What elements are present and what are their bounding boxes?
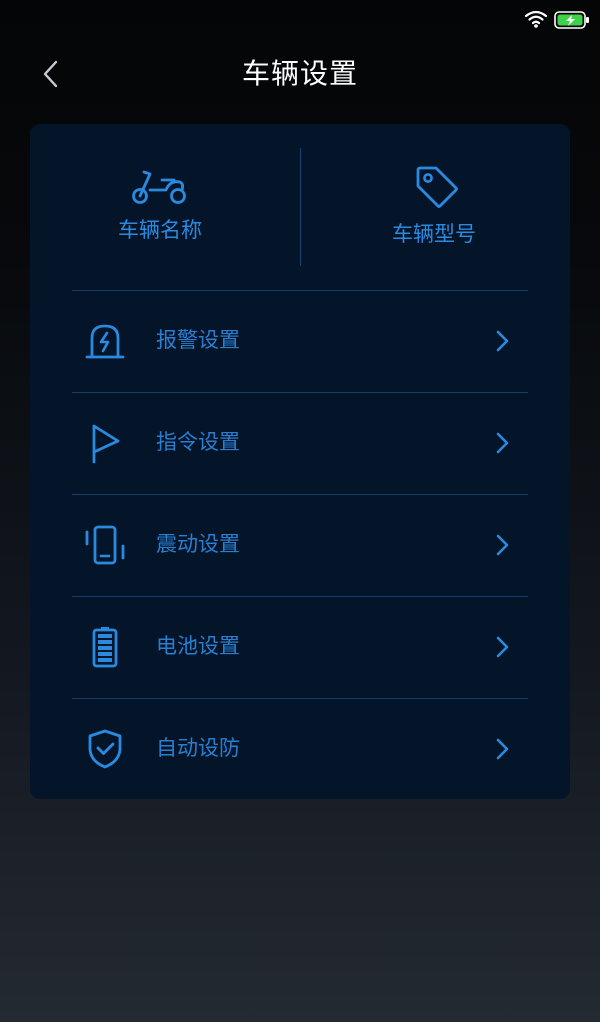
page-title: 车辆设置	[241, 57, 358, 90]
vehicle-model-button[interactable]: 车辆型号	[300, 124, 570, 290]
settings-item-label: 自动设防	[156, 736, 240, 760]
chevron-right-icon	[496, 636, 509, 658]
chevron-right-icon	[496, 432, 509, 454]
wifi-icon	[524, 10, 548, 28]
battery-charging-icon	[554, 11, 589, 29]
scooter-icon	[132, 170, 186, 204]
status-bar	[0, 0, 600, 40]
settings-item-battery[interactable]: 电池设置	[72, 596, 528, 697]
flag-icon	[92, 424, 120, 464]
shield-check-icon	[88, 729, 122, 769]
vehicle-name-label: 车辆名称	[118, 218, 202, 242]
divider	[72, 290, 528, 291]
settings-item-vibration[interactable]: 震动设置	[72, 494, 528, 595]
settings-item-auto-arm[interactable]: 自动设防	[72, 698, 528, 799]
chevron-right-icon	[496, 738, 509, 760]
settings-item-command[interactable]: 指令设置	[72, 392, 528, 493]
settings-card: 车辆名称 车辆型号 报警设置 指令设置 震动设置 电池设置 自动设防	[30, 124, 570, 799]
chevron-right-icon	[496, 330, 509, 352]
divider	[72, 698, 528, 699]
divider	[72, 596, 528, 597]
battery-icon	[92, 627, 118, 668]
settings-item-label: 指令设置	[156, 430, 240, 454]
vibrate-phone-icon	[85, 525, 125, 565]
vehicle-name-button[interactable]: 车辆名称	[30, 124, 300, 290]
settings-item-label: 报警设置	[156, 328, 240, 352]
divider	[72, 392, 528, 393]
vehicle-model-label: 车辆型号	[392, 222, 476, 246]
divider	[72, 494, 528, 495]
settings-item-alarm[interactable]: 报警设置	[72, 290, 528, 391]
settings-item-label: 震动设置	[156, 532, 240, 556]
alarm-light-icon	[85, 324, 125, 359]
settings-item-label: 电池设置	[156, 634, 240, 658]
tag-icon	[416, 166, 458, 208]
chevron-right-icon	[496, 534, 509, 556]
